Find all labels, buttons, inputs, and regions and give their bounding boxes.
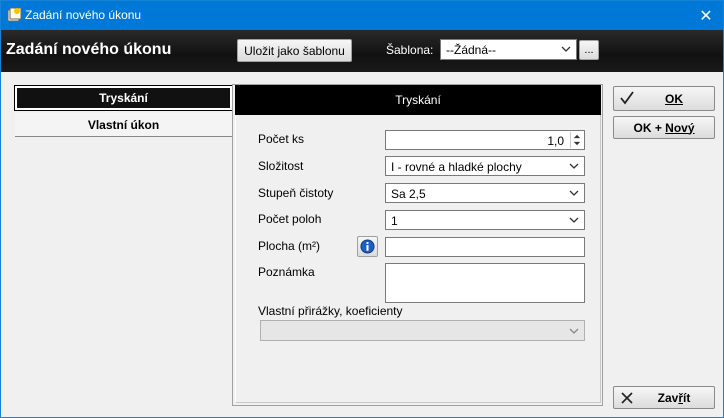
chevron-down-icon: [569, 328, 579, 334]
x-icon: [621, 392, 633, 404]
area-label: Plocha (m²): [258, 239, 321, 253]
info-button[interactable]: [357, 236, 378, 257]
positions-value: 1: [391, 214, 398, 228]
count-stepper[interactable]: 1,0: [385, 130, 585, 150]
dialog-window: Zadání nového úkonu ✕ Zadání nového úkon…: [0, 0, 724, 418]
cleanliness-value: Sa 2,5: [391, 187, 426, 201]
positions-label: Počet poloh: [258, 212, 322, 226]
ok-new-button[interactable]: OK + Nový: [613, 116, 715, 139]
ok-label: OK: [665, 91, 683, 106]
app-icon: [7, 7, 22, 22]
close-label-part3: ít: [683, 390, 691, 405]
close-icon[interactable]: ✕: [689, 1, 723, 30]
close-label: Zavřít: [634, 391, 714, 405]
complexity-value: I - rovné a hladké plochy: [391, 160, 522, 174]
note-textarea[interactable]: [385, 263, 585, 303]
cleanliness-label: Stupeň čistoty: [258, 186, 334, 200]
chevron-down-icon: [561, 46, 571, 52]
spinner-arrows-icon[interactable]: [570, 132, 583, 148]
complexity-label: Složitost: [258, 159, 304, 173]
close-button[interactable]: Zavřít: [613, 386, 715, 409]
area-input[interactable]: [385, 237, 585, 257]
form-body: Počet ks 1,0 Složitost I - rovné a hladk…: [235, 115, 601, 403]
complexity-select[interactable]: I - rovné a hladké plochy: [385, 156, 585, 176]
window-title: Zadání nového úkonu: [25, 8, 142, 22]
ok-button[interactable]: OK: [613, 86, 715, 111]
title-bar: Zadání nového úkonu ✕: [1, 1, 723, 30]
chevron-down-icon: [569, 163, 579, 169]
template-label: Šablona:: [386, 43, 434, 57]
info-icon: [360, 239, 375, 254]
tab-tryskani[interactable]: Tryskání: [14, 85, 233, 111]
chevron-down-icon: [569, 190, 579, 196]
cleanliness-select[interactable]: Sa 2,5: [385, 183, 585, 203]
template-browse-button[interactable]: ...: [579, 40, 599, 60]
surcharge-label: Vlastní přirážky, koeficienty: [258, 304, 403, 318]
ok-new-label-part2: Nový: [665, 120, 695, 135]
tab-vlastni-ukon[interactable]: Vlastní úkon: [15, 113, 232, 137]
template-select-value: --Žádná--: [446, 43, 497, 57]
form-header: Tryskání: [235, 85, 601, 115]
close-label-part1: Zav: [657, 390, 679, 405]
ok-new-label: OK + Nový: [614, 121, 714, 135]
page-title: Zadání nového úkonu: [6, 41, 172, 58]
form-panel: Tryskání Počet ks 1,0 Složitost I - rovn…: [232, 84, 603, 406]
surcharge-select: [260, 320, 585, 341]
ok-new-label-part1: OK +: [633, 120, 666, 135]
chevron-down-icon: [569, 217, 579, 223]
note-label: Poznámka: [258, 265, 315, 279]
template-select[interactable]: --Žádná--: [440, 39, 577, 60]
positions-select[interactable]: 1: [385, 210, 585, 230]
header-bar: Zadání nového úkonu Uložit jako šablonu …: [1, 30, 723, 72]
count-label: Počet ks: [258, 132, 305, 146]
save-as-template-button[interactable]: Uložit jako šablonu: [237, 39, 352, 62]
checkmark-icon: [620, 91, 634, 105]
tab-list: Tryskání Vlastní úkon: [14, 85, 233, 138]
count-value: 1,0: [547, 134, 564, 148]
